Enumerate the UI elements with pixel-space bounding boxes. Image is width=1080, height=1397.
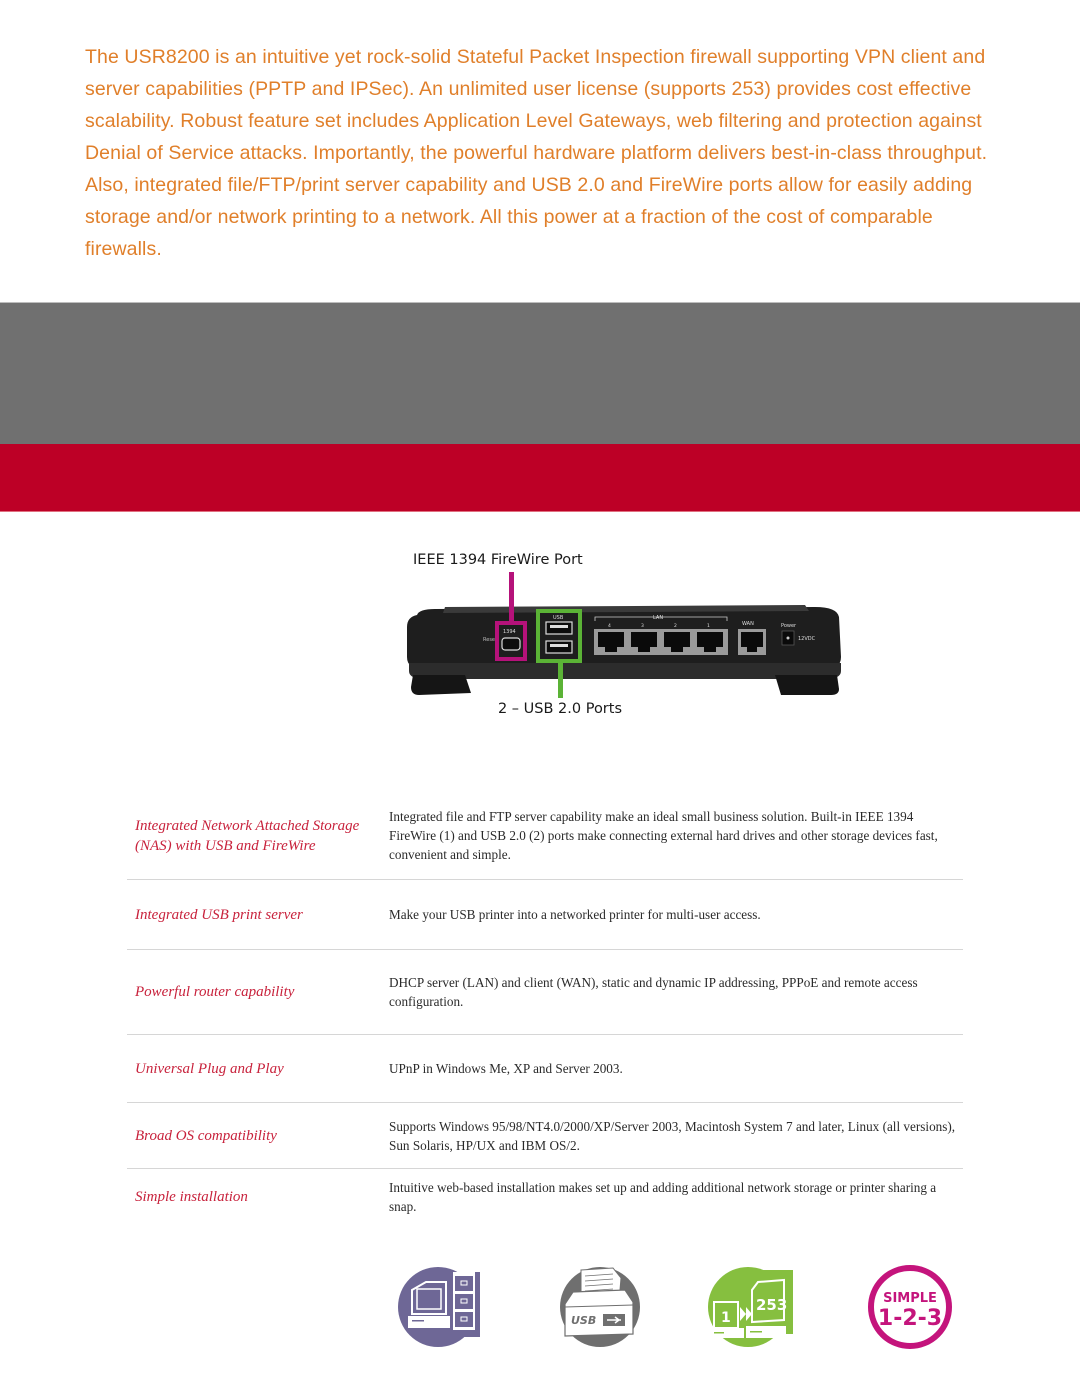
feature-row: Integrated USB print server Make your US… [127,880,963,950]
wan-label: WAN [742,621,754,627]
svg-text:1: 1 [721,1310,731,1326]
firewire-callout-label: IEEE 1394 FireWire Port [413,552,583,568]
feature-name: Universal Plug and Play [135,1060,284,1077]
svg-text:1: 1 [707,623,710,629]
feature-row: Integrated Network Attached Storage (NAS… [127,792,963,880]
router-foot-left [411,675,471,695]
feature-row: Powerful router capability DHCP server (… [127,950,963,1035]
power-label: Power [781,623,797,629]
svg-text:SIMPLE: SIMPLE [883,1291,937,1306]
router-rear-panel-image: Reset 1394 USB LAN 4 3 2 1 WAN Power 12V… [407,605,841,695]
router-foot-right [775,675,839,695]
nas-storage-icon [398,1267,480,1347]
feature-description: DHCP server (LAN) and client (WAN), stat… [389,975,918,1009]
usb-printer-icon: USB [560,1267,640,1347]
feature-name: Broad OS compatibility [135,1127,277,1144]
svg-text:3: 3 [641,623,644,629]
lan-label: LAN [653,615,663,621]
feature-description: Make your USB printer into a networked p… [389,907,761,922]
gray-banner [0,302,1080,445]
feature-row: Broad OS compatibility Supports Windows … [127,1103,963,1169]
feature-name: Simple installation [135,1189,248,1205]
feature-icons-row: USB 1 253 SIMPLE 1-2-3 [0,1262,1080,1362]
red-banner [0,444,1080,512]
feature-name: Integrated Network Attached Storage (NAS… [135,817,360,854]
voltage-label: 12VDC [798,636,816,642]
feature-description: Supports Windows 95/98/NT4.0/2000/XP/Ser… [389,1118,956,1153]
reset-label: Reset [483,637,497,643]
usb-callout-label: 2 – USB 2.0 Ports [497,701,623,717]
feature-description: Integrated file and FTP server capabilit… [389,809,938,862]
feature-name: Integrated USB print server [135,906,303,923]
user-license-icon: 1 253 [708,1267,793,1347]
svg-text:4: 4 [608,623,611,629]
svg-text:2: 2 [674,623,677,629]
feature-name: Powerful router capability [135,984,295,1000]
feature-row: Universal Plug and Play UPnP in Windows … [127,1035,963,1103]
firewire-port [501,637,521,651]
feature-description: Intuitive web-based installation makes s… [389,1180,937,1214]
usb-leader-line [558,660,563,698]
svg-text:1-2-3: 1-2-3 [878,1306,942,1331]
simple-setup-icon: SIMPLE 1-2-3 [868,1265,952,1349]
feature-row: Simple installation Intuitive web-based … [127,1169,963,1225]
feature-description: UPnP in Windows Me, XP and Server 2003. [389,1061,623,1076]
svg-text:253: 253 [756,1296,787,1314]
firewire-leader-line [509,572,514,624]
svg-text:USB: USB [571,1314,596,1327]
firewire-port-label: 1394 [503,629,516,635]
feature-table: Integrated Network Attached Storage (NAS… [127,792,963,1225]
intro-paragraph: The USR8200 is an intuitive yet rock-sol… [85,46,988,260]
usb-port-label: USB [553,615,564,621]
